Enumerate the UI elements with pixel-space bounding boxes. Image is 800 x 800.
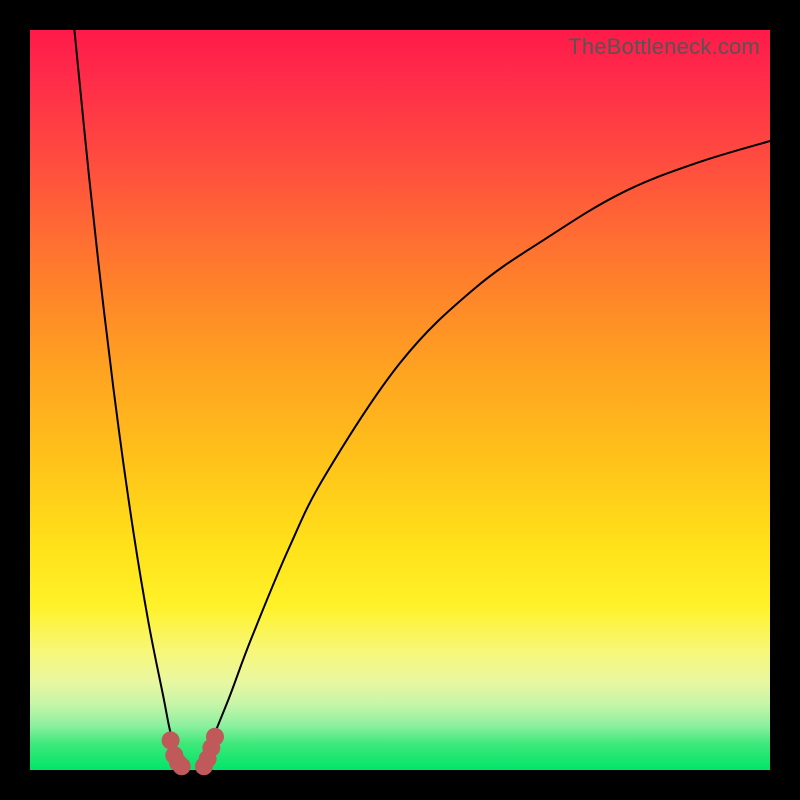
chart-svg: [30, 30, 770, 770]
plot-area: TheBottleneck.com: [30, 30, 770, 770]
marker-dot: [173, 757, 191, 775]
marker-group: [162, 728, 224, 776]
outer-frame: TheBottleneck.com: [0, 0, 800, 800]
curve-right-path: [200, 141, 770, 770]
curve-left-path: [74, 30, 185, 770]
marker-dot: [206, 728, 224, 746]
